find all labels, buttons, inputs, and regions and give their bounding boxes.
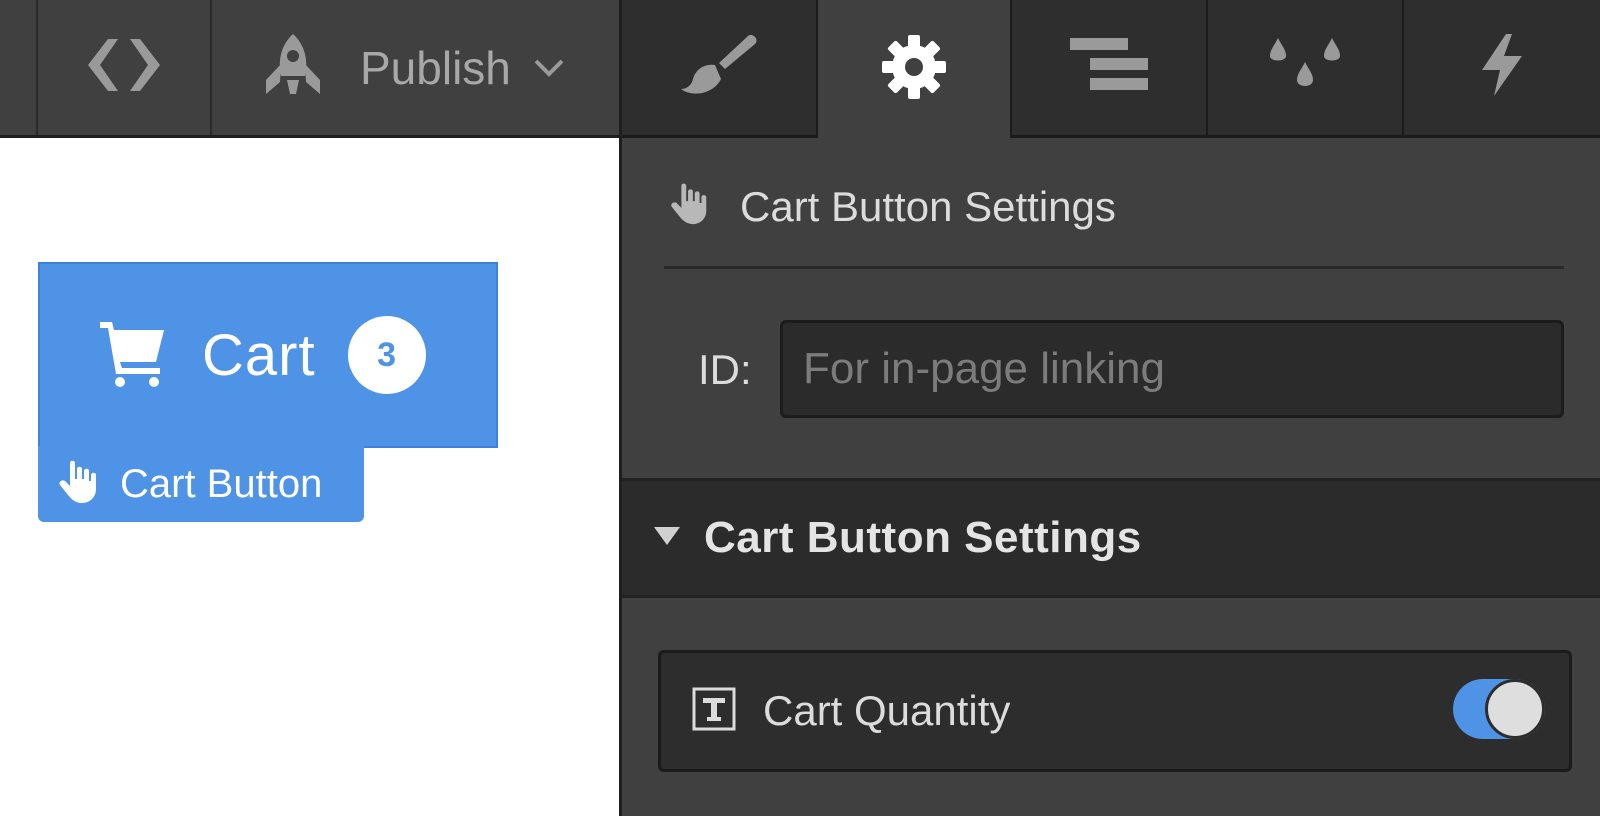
drops-icon — [1268, 36, 1342, 99]
selected-element-tag[interactable]: Cart Button — [38, 446, 364, 522]
tab-settings[interactable] — [818, 0, 1012, 138]
settings-panel: Cart Button Settings ID: Cart Button Set… — [622, 138, 1600, 816]
design-canvas[interactable]: Cart 3 Cart Button — [0, 138, 622, 816]
panel-header: Cart Button Settings — [668, 182, 1116, 231]
id-label: ID: — [698, 346, 752, 393]
cart-button-element[interactable]: Cart 3 — [38, 262, 498, 448]
cart-quantity-setting: Cart Quantity — [658, 650, 1572, 772]
cart-quantity-badge: 3 — [347, 316, 426, 394]
cart-icon — [98, 318, 168, 393]
top-toolbar: Publish — [0, 0, 622, 138]
chevron-down-icon — [533, 58, 565, 83]
section-header-cart-button-settings[interactable]: Cart Button Settings — [622, 478, 1600, 598]
toolbar-stub — [0, 0, 38, 135]
cart-label: Cart — [202, 322, 316, 388]
caret-down-icon — [652, 525, 682, 552]
element-tag-label: Cart Button — [120, 461, 323, 506]
paintbrush-icon — [677, 33, 761, 102]
publish-label: Publish — [360, 41, 511, 94]
cart-quantity-label: Cart Quantity — [763, 687, 1011, 734]
hand-pointer-icon — [668, 182, 712, 231]
toggle-knob — [1485, 679, 1545, 739]
panel-header-title: Cart Button Settings — [740, 182, 1116, 230]
gear-icon — [880, 33, 948, 106]
panel-tabs — [622, 0, 1600, 138]
publish-button[interactable]: Publish — [212, 0, 622, 135]
tab-navigator[interactable] — [1012, 0, 1208, 138]
hand-pointer-icon — [56, 459, 102, 510]
section-title: Cart Button Settings — [704, 513, 1142, 562]
tab-style[interactable] — [622, 0, 818, 138]
tab-interactions[interactable] — [1404, 0, 1600, 138]
id-input[interactable] — [780, 320, 1564, 418]
rocket-icon — [260, 32, 326, 103]
tab-assets[interactable] — [1208, 0, 1404, 138]
navigator-lines-icon — [1068, 36, 1150, 99]
code-export-button[interactable] — [38, 0, 212, 135]
header-divider — [664, 266, 1564, 269]
lightning-icon — [1476, 32, 1528, 103]
code-brackets-icon — [82, 35, 166, 100]
text-field-icon — [691, 686, 737, 737]
cart-quantity-toggle[interactable] — [1453, 679, 1545, 739]
